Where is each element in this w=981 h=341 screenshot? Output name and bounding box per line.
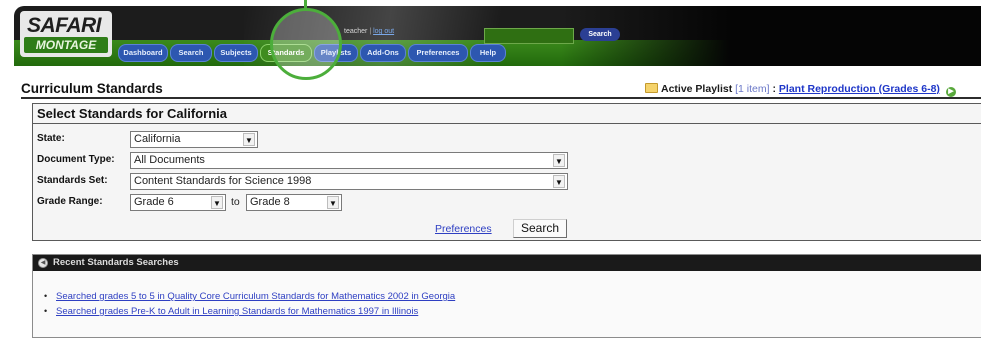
chevron-down-icon: ▼ xyxy=(243,133,255,146)
document-type-label: Document Type: xyxy=(37,154,115,165)
page-title: Curriculum Standards xyxy=(21,81,163,96)
grade-range-label: Grade Range: xyxy=(37,196,103,207)
standards-search-button[interactable]: Search xyxy=(513,219,567,238)
list-item: • Searched grades 5 to 5 in Quality Core … xyxy=(44,289,455,304)
header-search-button[interactable]: Search xyxy=(580,28,620,41)
safari-montage-logo[interactable]: SAFARI MONTAGE xyxy=(20,11,112,57)
active-playlist: Active Playlist [1 item] : Plant Reprodu… xyxy=(645,83,956,97)
title-divider xyxy=(21,97,981,99)
document-type-select[interactable]: All Documents ▼ xyxy=(130,152,568,169)
chevron-down-icon: ▼ xyxy=(211,196,223,209)
state-select-value: California xyxy=(134,133,181,145)
logo-wordmark-top: SAFARI xyxy=(27,14,102,37)
bullet: • xyxy=(44,306,48,316)
panel-divider xyxy=(33,123,981,124)
standards-set-select[interactable]: Content Standards for Science 1998 ▼ xyxy=(130,173,568,190)
bullet: • xyxy=(44,291,48,301)
recent-searches-title: Recent Standards Searches xyxy=(53,257,179,268)
user-role: teacher xyxy=(344,28,368,35)
recent-search-link[interactable]: Searched grades Pre-K to Adult in Learni… xyxy=(56,306,418,317)
grade-to-value: Grade 8 xyxy=(250,196,290,208)
panel-title: Select Standards for California xyxy=(37,106,227,121)
recent-searches-panel: ◀ Recent Standards Searches • Searched gr… xyxy=(32,254,981,338)
grade-from-select[interactable]: Grade 6 ▼ xyxy=(130,194,226,211)
state-select[interactable]: California ▼ xyxy=(130,131,258,148)
highlight-circle xyxy=(270,8,342,80)
app-window: SAFARI MONTAGE teacher | log out Search … xyxy=(0,0,981,341)
playlist-name-link[interactable]: Plant Reproduction (Grades 6-8) xyxy=(779,83,940,95)
user-separator: | xyxy=(369,28,372,35)
play-circle-icon[interactable]: ▶ xyxy=(945,87,956,97)
preferences-link[interactable]: Preferences xyxy=(435,223,492,235)
nav-search[interactable]: Search xyxy=(170,44,212,62)
logout-link[interactable]: log out xyxy=(373,28,394,35)
recent-searches-list: • Searched grades 5 to 5 in Quality Core … xyxy=(44,289,455,319)
standards-set-label: Standards Set: xyxy=(37,175,108,186)
folder-icon xyxy=(645,83,658,93)
document-type-value: All Documents xyxy=(134,154,205,166)
grade-to-select[interactable]: Grade 8 ▼ xyxy=(246,194,342,211)
header-search-input[interactable] xyxy=(484,28,574,44)
chevron-down-icon: ▼ xyxy=(553,154,565,167)
nav-dashboard[interactable]: Dashboard xyxy=(118,44,168,62)
select-standards-panel: Select Standards for California State: C… xyxy=(32,103,981,241)
top-header: SAFARI MONTAGE teacher | log out Search … xyxy=(14,6,981,66)
grade-to-text: to xyxy=(231,196,240,208)
history-icon[interactable]: ◀ xyxy=(38,258,48,268)
grade-from-value: Grade 6 xyxy=(134,196,174,208)
state-label: State: xyxy=(37,133,65,144)
nav-add-ons[interactable]: Add-Ons xyxy=(360,44,406,62)
nav-subjects[interactable]: Subjects xyxy=(214,44,258,62)
standards-set-value: Content Standards for Science 1998 xyxy=(134,175,312,187)
chevron-down-icon: ▼ xyxy=(553,175,565,188)
recent-search-link[interactable]: Searched grades 5 to 5 in Quality Core C… xyxy=(56,291,455,302)
header-dark-gradient xyxy=(561,6,981,66)
nav-help[interactable]: Help xyxy=(470,44,506,62)
chevron-down-icon: ▼ xyxy=(327,196,339,209)
nav-preferences[interactable]: Preferences xyxy=(408,44,468,62)
active-playlist-label: Active Playlist xyxy=(661,83,733,95)
user-info: teacher | log out xyxy=(344,28,394,35)
playlist-item-count[interactable]: [1 item] xyxy=(735,83,769,95)
recent-searches-header: ◀ Recent Standards Searches xyxy=(33,255,981,271)
logo-wordmark-bottom: MONTAGE xyxy=(24,37,108,53)
playlist-separator: : xyxy=(772,83,776,95)
list-item: • Searched grades Pre-K to Adult in Learn… xyxy=(44,304,455,319)
